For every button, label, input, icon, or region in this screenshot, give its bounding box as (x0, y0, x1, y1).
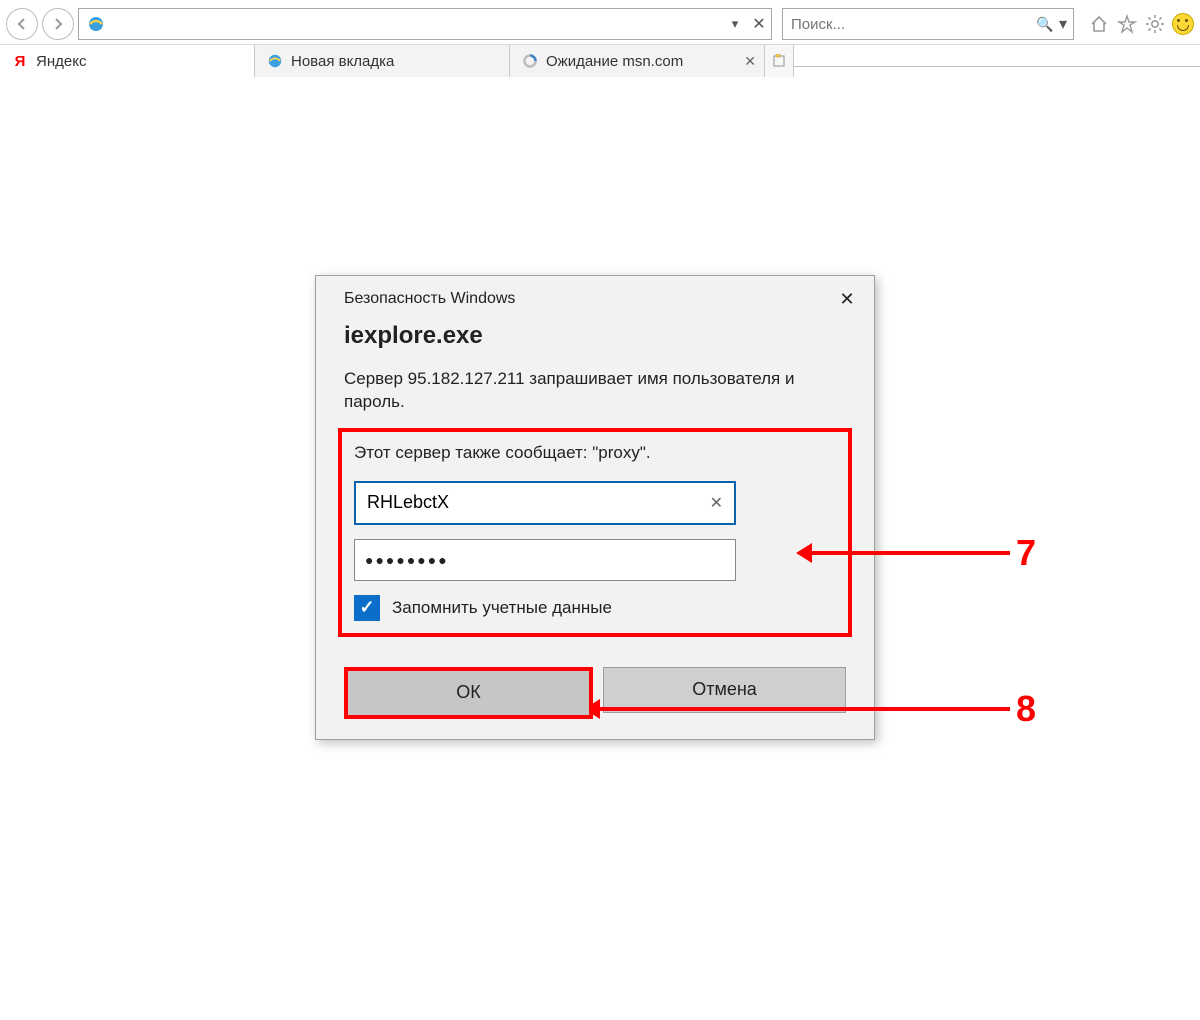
browser-chrome: ▾ ✕ 🔍 ▾ Я Яндекс Новая вкладка (0, 0, 1200, 67)
search-input[interactable] (783, 16, 1031, 33)
forward-button[interactable] (42, 8, 74, 40)
favorites-icon[interactable] (1116, 13, 1138, 35)
yandex-icon: Я (12, 53, 28, 69)
username-input[interactable] (365, 491, 708, 514)
ie-icon (85, 13, 107, 35)
new-tab-button[interactable] (765, 45, 794, 77)
clear-input-icon[interactable]: ✕ (708, 493, 725, 513)
close-tab-icon[interactable]: ✕ (744, 53, 756, 70)
back-button[interactable] (6, 8, 38, 40)
remember-checkbox[interactable]: ✓ (354, 595, 380, 621)
chevron-down-icon[interactable]: ▾ (1059, 14, 1073, 34)
address-bar[interactable]: ▾ ✕ (78, 8, 772, 40)
tab-label: Новая вкладка (291, 53, 394, 70)
search-bar[interactable]: 🔍 ▾ (782, 8, 1074, 40)
ok-button[interactable]: ОК (344, 667, 593, 719)
tab-msn[interactable]: Ожидание msn.com ✕ (510, 45, 765, 77)
dialog-app-name: iexplore.exe (344, 322, 846, 350)
chevron-down-icon[interactable]: ▾ (723, 16, 747, 32)
home-icon[interactable] (1088, 13, 1110, 35)
tab-label: Ожидание msn.com (546, 53, 683, 70)
close-icon[interactable]: ✕ (834, 286, 860, 312)
password-field[interactable]: ●●●●●●●● (354, 539, 736, 581)
ok-label: ОК (456, 682, 481, 703)
stop-button[interactable]: ✕ (747, 14, 771, 34)
search-icon[interactable]: 🔍 (1031, 16, 1059, 33)
remember-label: Запомнить учетные данные (392, 598, 612, 618)
tab-yandex[interactable]: Я Яндекс (0, 45, 255, 77)
dialog-message: Сервер 95.182.127.211 запрашивает имя по… (344, 368, 846, 414)
ie-icon (267, 53, 283, 69)
feedback-icon[interactable] (1172, 13, 1194, 35)
loading-icon (522, 53, 538, 69)
annotation-8: 8 (598, 688, 1036, 730)
annotation-number: 7 (1016, 532, 1036, 574)
dialog-title: Безопасность Windows (344, 290, 515, 308)
credentials-dialog: Безопасность Windows ✕ iexplore.exe Серв… (315, 275, 875, 740)
credentials-highlight: Этот сервер также сообщает: "proxy". ✕ ●… (338, 428, 852, 637)
tab-new[interactable]: Новая вкладка (255, 45, 510, 77)
gear-icon[interactable] (1144, 13, 1166, 35)
username-field[interactable]: ✕ (354, 481, 736, 525)
tab-label: Яндекс (36, 53, 86, 70)
annotation-number: 8 (1016, 688, 1036, 730)
dialog-realm: Этот сервер также сообщает: "proxy". (354, 442, 836, 465)
password-mask: ●●●●●●●● (365, 552, 449, 568)
annotation-7: 7 (810, 532, 1036, 574)
